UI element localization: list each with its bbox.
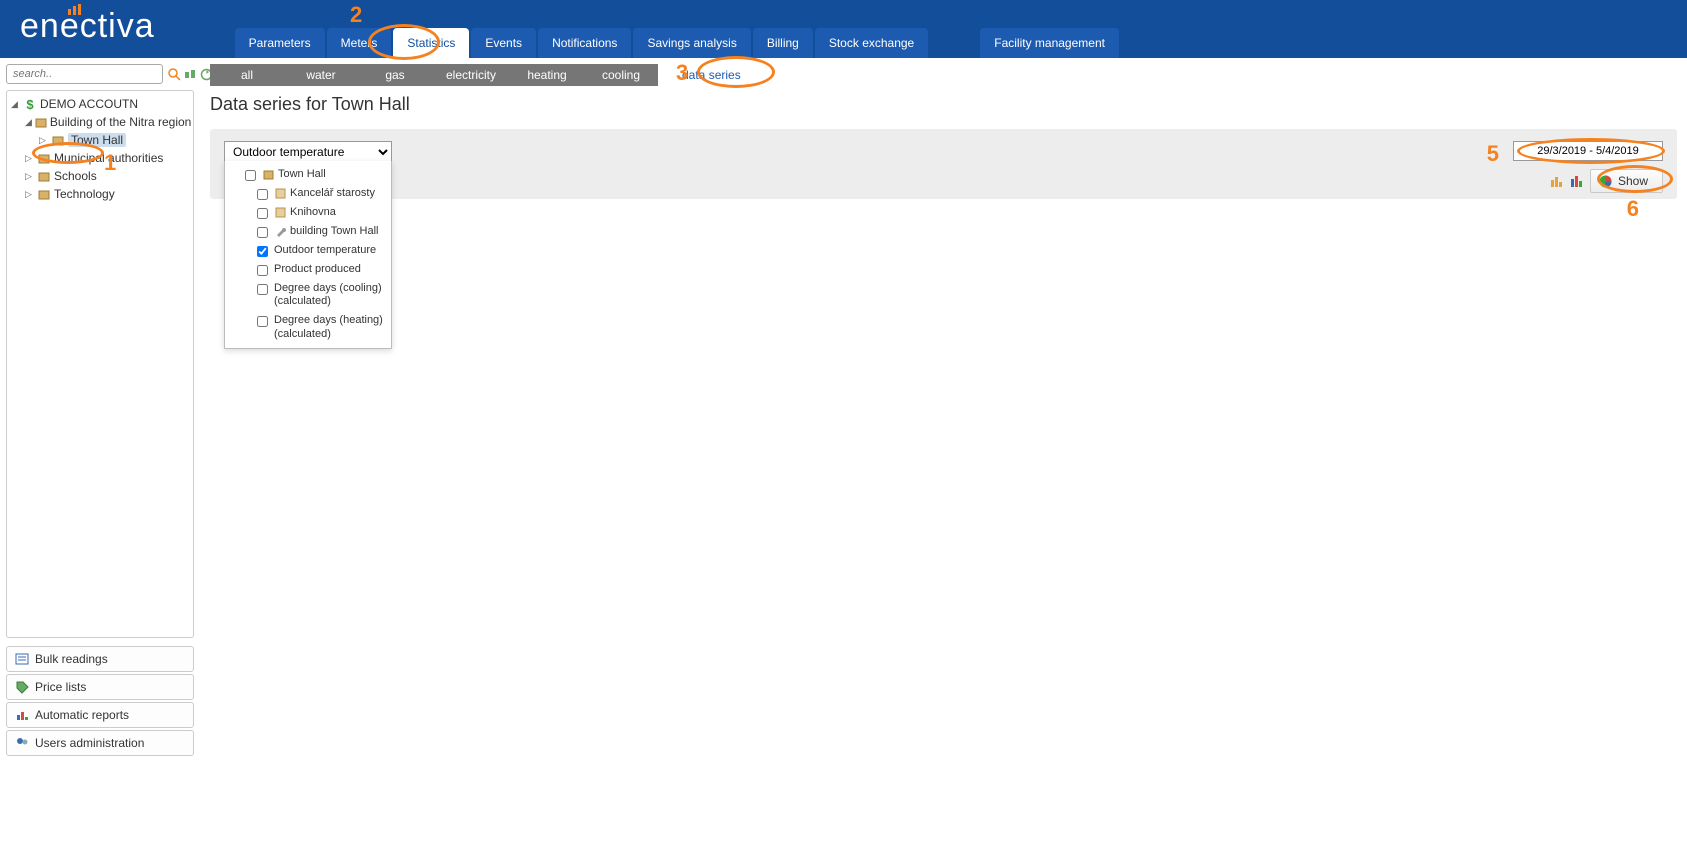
tree-root[interactable]: ◢ $ DEMO ACCOUTN [11, 95, 191, 113]
checkbox[interactable] [257, 265, 268, 276]
logo-accent-icon [68, 4, 81, 15]
building-icon [37, 170, 51, 182]
annotation-2-number: 2 [350, 2, 362, 28]
expander-icon[interactable]: ▷ [25, 153, 34, 164]
nav-events[interactable]: Events [471, 28, 536, 58]
building-icon [262, 168, 274, 180]
nav-stock[interactable]: Stock exchange [815, 28, 928, 58]
right-controls: Show [1513, 141, 1663, 193]
building-icon [37, 188, 51, 200]
logo: enectiva [20, 7, 235, 58]
nav-notifications[interactable]: Notifications [538, 28, 631, 58]
checkbox[interactable] [257, 246, 268, 257]
energy-subtabs: all water gas electricity heating coolin… [210, 64, 658, 86]
show-button[interactable]: Show [1590, 169, 1663, 193]
series-tree-dropdown: Town Hall Kancelář starosty Knihovna bui… [224, 161, 392, 349]
st-outdoor-temp[interactable]: Outdoor temperature [225, 241, 391, 260]
nav-savings[interactable]: Savings analysis [633, 28, 750, 58]
config-panel: Outdoor temperature Town Hall Kancelář s… [210, 129, 1677, 199]
tree-technology[interactable]: ▷ Technology [25, 185, 191, 203]
automatic-reports-button[interactable]: Automatic reports [6, 702, 194, 728]
st-dd-cooling[interactable]: Degree days (cooling) (calculated) [225, 279, 391, 311]
checkbox[interactable] [245, 170, 256, 181]
expander-icon[interactable]: ▷ [25, 189, 34, 200]
tree-expand-icon[interactable] [183, 67, 197, 81]
checkbox[interactable] [257, 208, 268, 219]
main-nav: Parameters Meters Statistics Events Noti… [235, 28, 1119, 58]
checkbox[interactable] [257, 189, 268, 200]
building-icon [35, 116, 47, 128]
office-icon [274, 187, 286, 199]
users-icon [15, 736, 29, 750]
st-townhall[interactable]: Town Hall [225, 165, 391, 184]
data-series-link[interactable]: data series [682, 64, 741, 86]
expander-icon[interactable]: ◢ [11, 99, 20, 110]
users-admin-button[interactable]: Users administration [6, 730, 194, 756]
nav-parameters[interactable]: Parameters [235, 28, 325, 58]
chart-column-icon[interactable] [1570, 174, 1584, 188]
search-input[interactable] [6, 64, 163, 84]
building-icon [37, 152, 51, 164]
list-icon [15, 652, 29, 666]
expander-icon[interactable]: ◢ [25, 117, 32, 128]
annotation-6-number: 6 [1627, 196, 1639, 222]
location-tree: ◢ $ DEMO ACCOUTN ◢ Building of the Nitra… [6, 90, 194, 638]
subtab-gas[interactable]: gas [358, 64, 432, 86]
subtab-all[interactable]: all [210, 64, 284, 86]
search-magnifier-icon[interactable] [167, 67, 181, 81]
st-knihovna[interactable]: Knihovna [225, 203, 391, 222]
tree-nitra[interactable]: ◢ Building of the Nitra region [25, 113, 191, 131]
price-lists-button[interactable]: Price lists [6, 674, 194, 700]
st-product[interactable]: Product produced [225, 260, 391, 279]
nav-billing[interactable]: Billing [753, 28, 813, 58]
series-select[interactable]: Outdoor temperature [224, 141, 392, 163]
subtab-cooling[interactable]: cooling [584, 64, 658, 86]
subtab-electricity[interactable]: electricity [432, 64, 510, 86]
tree-townhall[interactable]: ▷ Town Hall [39, 131, 191, 149]
building-icon [51, 134, 65, 146]
chart-bar-icon[interactable] [1550, 174, 1564, 188]
st-kancelar[interactable]: Kancelář starosty [225, 184, 391, 203]
wrench-icon [274, 225, 286, 237]
sidebar: ◢ $ DEMO ACCOUTN ◢ Building of the Nitra… [0, 58, 200, 850]
checkbox[interactable] [257, 227, 268, 238]
page-title: Data series for Town Hall [210, 94, 1677, 115]
tree-schools[interactable]: ▷ Schools [25, 167, 191, 185]
bulk-readings-button[interactable]: Bulk readings [6, 646, 194, 672]
bar-chart-icon [15, 708, 29, 722]
st-dd-heating[interactable]: Degree days (heating) (calculated) [225, 311, 391, 343]
main-content: all water gas electricity heating coolin… [200, 58, 1687, 850]
tag-icon [15, 680, 29, 694]
nav-facility[interactable]: Facility management [980, 28, 1119, 58]
office-icon [274, 206, 286, 218]
st-building-th[interactable]: building Town Hall [225, 222, 391, 241]
subtab-heating[interactable]: heating [510, 64, 584, 86]
pie-chart-icon [1599, 174, 1613, 188]
expander-icon[interactable]: ▷ [39, 135, 48, 146]
tree-municipal[interactable]: ▷ Municipal authorities [25, 149, 191, 167]
header: enectiva Parameters Meters Statistics Ev… [0, 0, 1687, 58]
nav-statistics[interactable]: Statistics [393, 28, 469, 58]
checkbox[interactable] [257, 316, 268, 327]
sidebar-bottom: Bulk readings Price lists Automatic repo… [6, 646, 194, 756]
logo-text: enectiva [20, 7, 155, 45]
subtab-water[interactable]: water [284, 64, 358, 86]
dollar-icon: $ [23, 98, 37, 110]
checkbox[interactable] [257, 284, 268, 295]
date-range-input[interactable] [1513, 141, 1663, 161]
nav-meters[interactable]: Meters [327, 28, 392, 58]
expander-icon[interactable]: ▷ [25, 171, 34, 182]
